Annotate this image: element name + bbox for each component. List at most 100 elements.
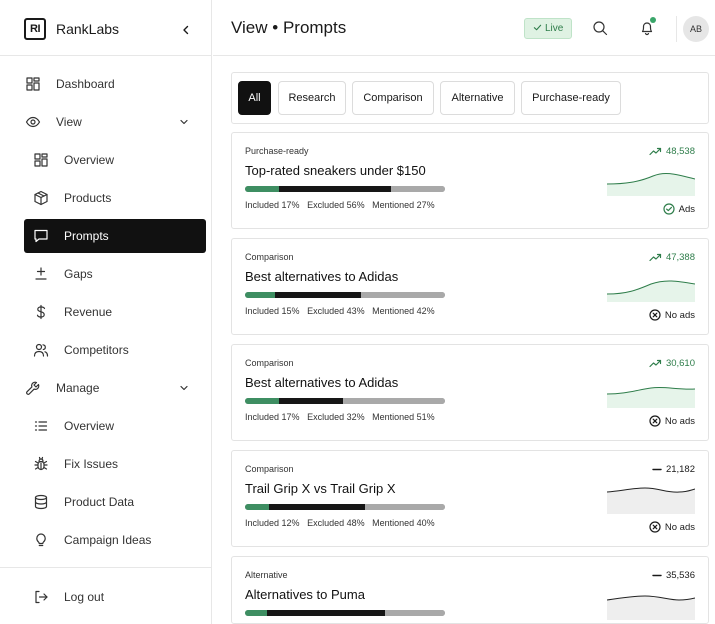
prompt-title: Best alternatives to Adidas: [245, 269, 399, 284]
sidebar-item-competitors[interactable]: Competitors: [24, 333, 206, 367]
prompt-volume: 47,388: [649, 252, 695, 263]
live-status-badge: Live: [524, 18, 573, 39]
mentioned-text: Mentioned 40%: [372, 518, 435, 528]
included-segment: [245, 610, 267, 616]
sidebar-item-label: Overview: [64, 153, 115, 167]
prompt-category: Alternative: [245, 570, 288, 580]
search-icon: [593, 21, 608, 36]
x-circle-icon: [649, 309, 661, 321]
sidebar-item-label: Competitors: [64, 343, 129, 357]
sidebar-item-manage[interactable]: Manage: [24, 371, 196, 405]
ads-status: No ads: [649, 309, 695, 321]
sidebar-item-manage-overview[interactable]: Overview: [24, 409, 206, 443]
visibility-bar: [245, 292, 445, 298]
grid-icon: [24, 75, 42, 93]
included-segment: [245, 292, 275, 298]
filter-chip-all[interactable]: All: [238, 81, 271, 115]
brand[interactable]: RI RankLabs: [24, 17, 119, 41]
sidebar-item-label: Dashboard: [56, 77, 115, 91]
prompt-card[interactable]: Comparison Best alternatives to Adidas I…: [231, 344, 709, 441]
excluded-segment: [279, 398, 343, 404]
mentioned-text: Mentioned 51%: [372, 412, 435, 422]
x-circle-icon: [649, 521, 661, 533]
notifications-button[interactable]: [637, 17, 657, 39]
sidebar-item-revenue[interactable]: Revenue: [24, 295, 206, 329]
prompt-card[interactable]: Alternative Alternatives to Puma 35,536: [231, 556, 709, 624]
prompt-category: Comparison: [245, 358, 294, 368]
excluded-segment: [269, 504, 365, 510]
ads-status: No ads: [649, 521, 695, 533]
chevron-left-icon: [183, 25, 189, 35]
sidebar-item-label: Gaps: [64, 267, 93, 281]
eye-icon: [24, 113, 42, 131]
excluded-segment: [267, 610, 385, 616]
included-segment: [245, 186, 279, 192]
sparkline: [607, 172, 695, 196]
mentioned-segment: [343, 398, 445, 404]
logout-label: Log out: [64, 590, 105, 604]
sidebar-item-label: Overview: [64, 419, 115, 433]
prompt-title: Top-rated sneakers under $150: [245, 163, 426, 178]
sidebar-item-label: Product Data: [64, 495, 135, 509]
sidebar-item-label: Fix Issues: [64, 457, 119, 471]
sidebar-item-campaign-ideas[interactable]: Campaign Ideas: [24, 523, 206, 557]
included-text: Included 17%: [245, 200, 300, 210]
sidebar-item-view[interactable]: View: [24, 105, 196, 139]
prompt-title: Best alternatives to Adidas: [245, 375, 399, 390]
sidebar-item-label: Revenue: [64, 305, 113, 319]
prompt-volume-value: 47,388: [665, 252, 695, 263]
box-icon: [32, 189, 50, 207]
trend-up-icon: [649, 253, 662, 262]
lightbulb-icon: [32, 531, 50, 549]
excluded-text: Excluded 48%: [307, 518, 365, 528]
prompt-volume: 21,182: [652, 464, 695, 475]
sidebar-item-prompts[interactable]: Prompts: [24, 219, 206, 253]
excluded-segment: [279, 186, 391, 192]
filter-chip-purchase-ready[interactable]: Purchase-ready: [521, 81, 621, 115]
prompt-card[interactable]: Comparison Best alternatives to Adidas I…: [231, 238, 709, 335]
filter-chip-comparison[interactable]: Comparison: [352, 81, 434, 115]
sidebar-item-label: Prompts: [64, 229, 109, 243]
sidebar-item-products[interactable]: Products: [24, 181, 206, 215]
sparkline-area: [607, 387, 695, 408]
visibility-legend: Included 15% Excluded 43% Mentioned 42%: [245, 306, 440, 316]
mentioned-segment: [385, 610, 445, 616]
mentioned-text: Mentioned 42%: [372, 306, 435, 316]
plus-minus-icon: [32, 265, 50, 283]
sidebar-divider: [0, 55, 211, 56]
sidebar-item-label: Campaign Ideas: [64, 533, 152, 547]
filter-chip-alternative[interactable]: Alternative: [440, 81, 515, 115]
sidebar-item-gaps[interactable]: Gaps: [24, 257, 206, 291]
sidebar-item-product-data[interactable]: Product Data: [24, 485, 206, 519]
trend-flat-icon: [652, 571, 662, 580]
logout-button[interactable]: Log out: [24, 580, 206, 614]
chevron-down-icon: [176, 380, 192, 396]
prompt-category: Purchase-ready: [245, 146, 309, 156]
page-title: View • Prompts: [231, 18, 347, 37]
trend-flat-icon: [652, 465, 662, 474]
prompt-volume: 35,536: [652, 570, 695, 581]
top-header: View • Prompts Live AB: [213, 0, 715, 56]
search-button[interactable]: [590, 18, 610, 38]
filter-chip-research[interactable]: Research: [278, 81, 346, 115]
avatar[interactable]: AB: [683, 16, 709, 42]
prompt-card[interactable]: Purchase-ready Top-rated sneakers under …: [231, 132, 709, 229]
sidebar-item-label: Manage: [56, 381, 100, 395]
sidebar-item-view-overview[interactable]: Overview: [24, 143, 206, 177]
sidebar-item-dashboard[interactable]: Dashboard: [24, 67, 196, 101]
dollar-icon: [32, 303, 50, 321]
trend-up-icon: [649, 147, 662, 156]
sidebar-divider: [0, 567, 211, 568]
prompt-card[interactable]: Comparison Trail Grip X vs Trail Grip X …: [231, 450, 709, 547]
sidebar-item-fix-issues[interactable]: Fix Issues: [24, 447, 206, 481]
included-text: Included 17%: [245, 412, 300, 422]
included-segment: [245, 398, 279, 404]
ads-status-label: No ads: [664, 521, 695, 533]
ads-status-label: No ads: [664, 309, 695, 321]
prompt-category: Comparison: [245, 252, 294, 262]
ads-status: Ads: [663, 203, 695, 215]
sparkline: [607, 487, 695, 514]
sidebar-item-label: Products: [64, 191, 112, 205]
collapse-sidebar-button[interactable]: [176, 20, 196, 40]
filter-bar: All Research Comparison Alternative Purc…: [231, 72, 709, 124]
